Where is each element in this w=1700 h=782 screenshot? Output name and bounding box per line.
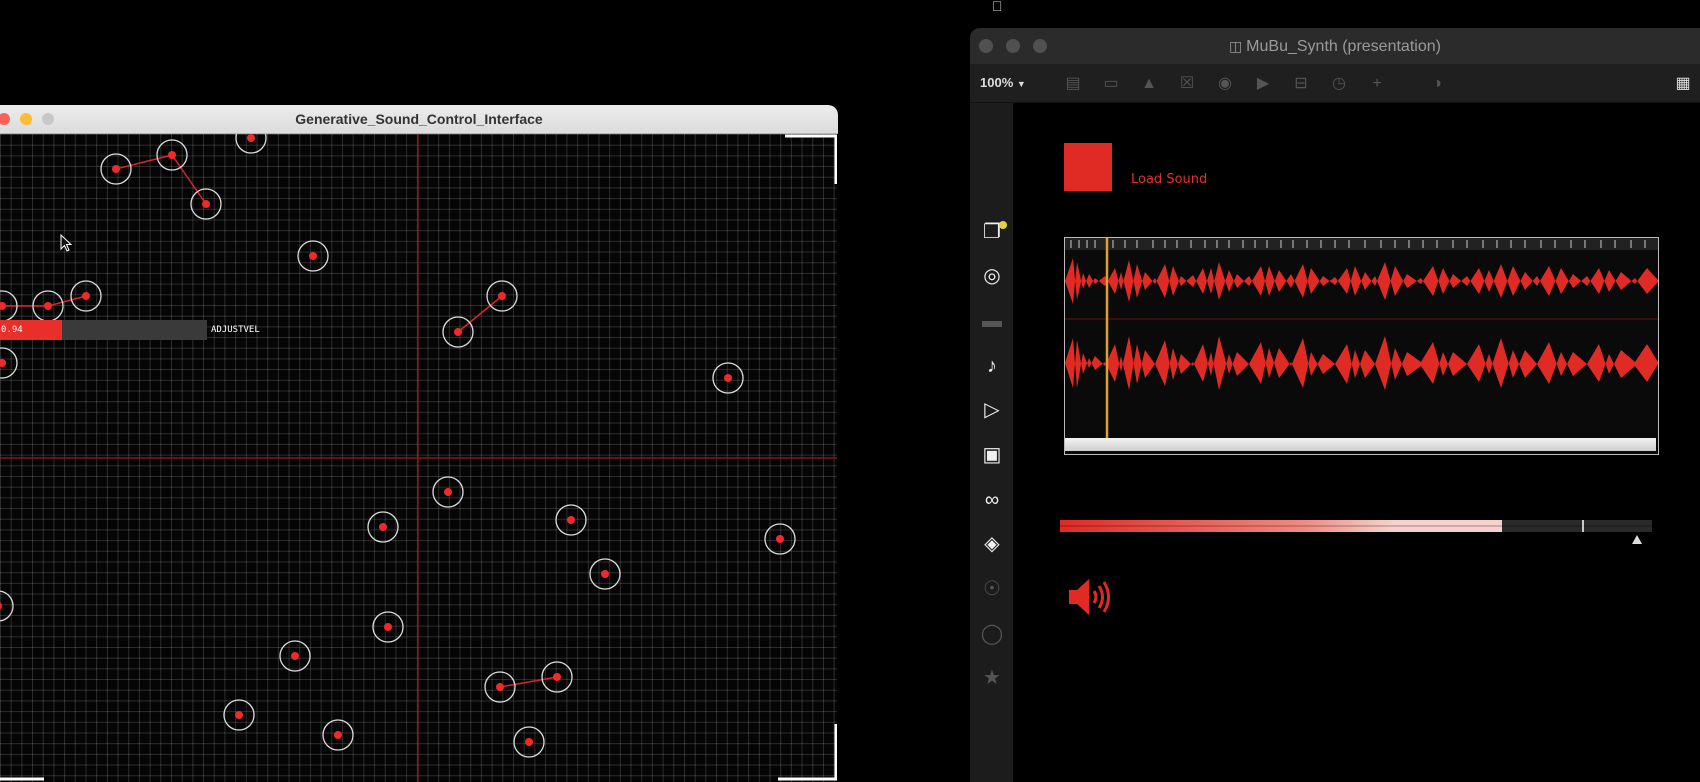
grid-icon[interactable]: ▦ [1672,73,1694,95]
node [541,661,573,693]
slider-value: 0.94 [1,325,23,335]
message-icon[interactable]: ▭ [1100,73,1122,95]
node [513,726,545,758]
node [223,699,255,731]
node [589,558,621,590]
window-title: ◫ MuBu_Synth (presentation) [970,28,1700,65]
generative-title-bar[interactable]: Generative_Sound_Control_Interface [0,105,838,134]
add-icon[interactable]: + [1366,73,1388,95]
mubu-title-bar[interactable]: ◫ MuBu_Synth (presentation) [970,28,1700,64]
zoom-value: 100% [980,75,1014,90]
node [156,139,188,171]
play-icon[interactable]: ▶ [1252,73,1274,95]
target-icon[interactable]: ◎ [978,262,1006,290]
plugin-icon[interactable]: ◈ [978,530,1006,558]
waveform-display[interactable] [1064,237,1659,455]
waveform-drawing [1065,238,1658,438]
dial-icon[interactable]: ◷ [1328,73,1350,95]
node [432,476,464,508]
star-icon[interactable]: ★ [978,664,1006,692]
node [190,188,222,220]
button-icon[interactable]: ◉ [1214,73,1236,95]
object-list-icon[interactable]: ▤ [1062,73,1084,95]
load-sound-button[interactable] [1064,143,1112,191]
window-title: Generative_Sound_Control_Interface [295,111,543,127]
node [442,316,474,348]
canvas-drawing [0,134,837,782]
node [100,153,132,185]
patcher-file-icon: ◫ [1229,38,1247,54]
notification-dot [999,221,1007,229]
node [712,362,744,394]
node [322,719,354,751]
gain-marker-icon [1632,535,1642,544]
sound-canvas[interactable] [0,134,837,782]
left-sidebar: ❐ ◎ ▬ ♪ ▷ ▣ ∞ ◈ ☉ ◯ ★ [970,103,1013,782]
node [0,347,18,379]
waveform-scrollbar[interactable] [1065,438,1656,451]
waveform-channel-2 [1065,336,1658,390]
patcher-toolbar: 100% ▼ ▤ ▭ ▲ ☒ ◉ ▶ ⊟ ◷ + ◑ ▦ [970,64,1700,103]
apple-menu-icon[interactable]:  [992,0,1010,13]
node [279,640,311,672]
speaker-icon[interactable] [1067,576,1115,618]
waveform-channel-1 [1065,258,1658,304]
paperclip-icon[interactable]: ∞ [978,486,1006,514]
node [0,590,14,622]
node [70,280,102,312]
slider-label: ADJUSTVEL [211,325,260,335]
generative-window: Generative_Sound_Control_Interface 0.94 … [0,105,838,782]
sound-nodes [0,134,796,758]
node [297,240,329,272]
node [486,280,518,312]
zoom-dropdown[interactable]: 100% ▼ [980,72,1026,94]
paint-bucket-icon[interactable]: ◑ [1426,73,1448,95]
slider-icon[interactable]: ⊟ [1290,73,1312,95]
console-icon[interactable]: ▬ [978,307,1006,335]
chevron-down-icon: ▼ [1016,79,1026,89]
media-icon[interactable]: ▷ [978,396,1006,424]
window-title-text: MuBu_Synth (presentation) [1246,38,1441,55]
node [764,523,796,555]
music-note-icon[interactable]: ♪ [978,352,1006,380]
node [372,611,404,643]
mouse-pointer-icon [60,234,73,252]
node [367,511,399,543]
node [484,671,516,703]
gain-slider[interactable] [1060,520,1652,550]
load-sound-label: Load Sound [1131,172,1208,187]
node-connections [2,154,558,688]
comment-icon[interactable]: ▲ [1138,73,1160,95]
node [555,504,587,536]
b-icon[interactable]: ◯ [978,620,1006,648]
toggle-icon[interactable]: ☒ [1176,73,1198,95]
node [235,134,267,154]
vimeo-icon[interactable]: ☉ [978,575,1006,603]
image-icon[interactable]: ▣ [978,441,1006,469]
